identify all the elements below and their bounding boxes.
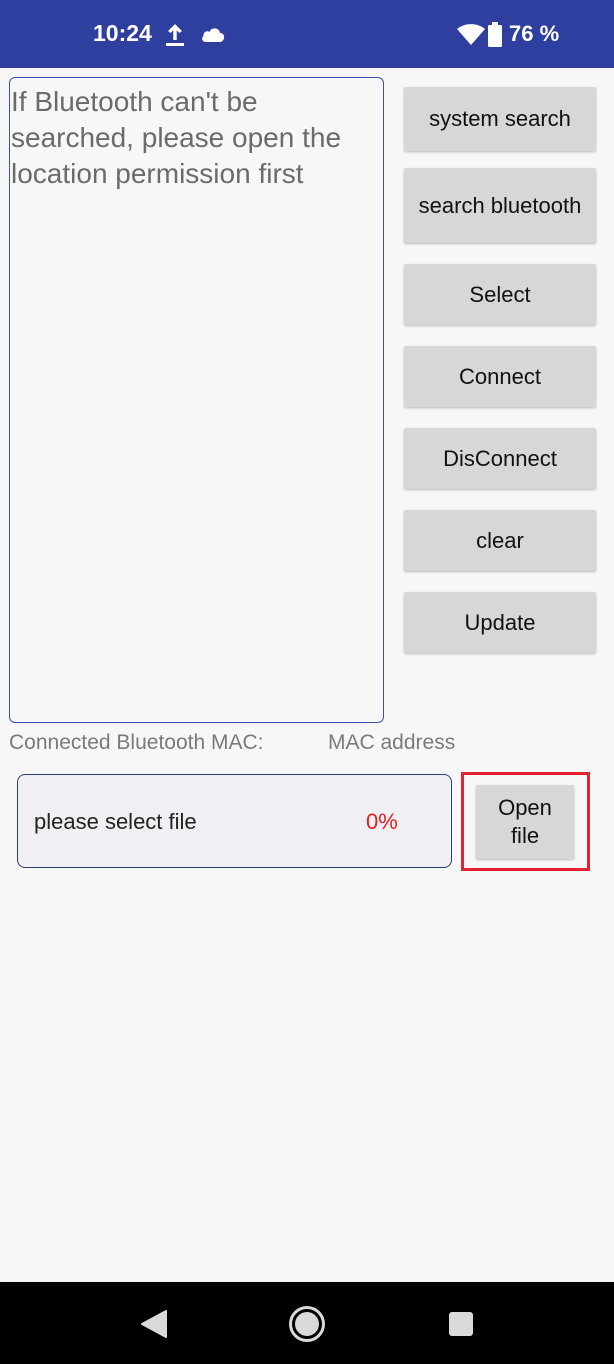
status-time: 10:24 [93, 20, 152, 46]
search-bluetooth-button[interactable]: search bluetooth [404, 168, 596, 243]
system-search-button[interactable]: system search [404, 87, 596, 151]
status-bar: 10:24 76 % [0, 0, 614, 68]
cloud-icon [202, 28, 225, 42]
file-label: please select file [34, 809, 197, 834]
back-icon[interactable] [140, 1309, 168, 1339]
mac-address-value: MAC address [328, 731, 456, 754]
file-selection-box: please select file 0% [17, 774, 452, 868]
upload-icon [166, 24, 184, 46]
battery-percentage: 76 % [509, 21, 560, 46]
update-button[interactable]: Update [404, 592, 596, 653]
mac-label: Connected Bluetooth MAC: [9, 731, 264, 754]
file-progress: 0% [366, 809, 398, 834]
recents-icon[interactable] [448, 1311, 474, 1337]
select-button[interactable]: Select [404, 264, 596, 325]
log-output-box[interactable]: If Bluetooth can't be searched, please o… [9, 77, 384, 723]
disconnect-button[interactable]: DisConnect [404, 428, 596, 489]
battery-icon [488, 22, 502, 47]
clear-button[interactable]: clear [404, 510, 596, 571]
open-file-button[interactable]: Open file [476, 785, 574, 859]
connect-button[interactable]: Connect [404, 346, 596, 407]
home-icon[interactable] [288, 1305, 326, 1343]
wifi-icon [457, 24, 485, 45]
